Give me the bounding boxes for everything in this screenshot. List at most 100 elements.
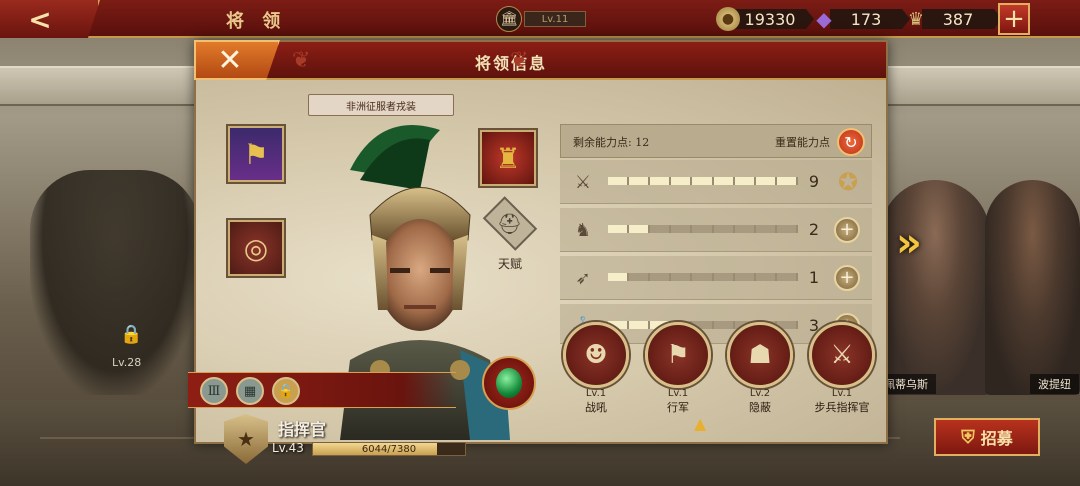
stat-bar-segment (629, 273, 649, 281)
skill-level: Lv.1 (585, 388, 607, 399)
add-stat-button[interactable]: + (834, 265, 860, 291)
stat-value: 2 (808, 220, 820, 239)
gem-value: 173 (830, 9, 910, 29)
plus-icon: + (1003, 4, 1025, 34)
medal-icon[interactable]: ✪ (832, 166, 864, 198)
stat-bar-segment (755, 225, 775, 233)
stat-bar-segment (692, 177, 712, 185)
stat-row-cavalry: ♞ 2 + (560, 208, 872, 252)
general-info-dialog: ❦ 将领信息 ❦ ✕ 非洲征服者戎装 ⚑ ◎ ♜ ⛑ 天赋 Ⅲ ▦ 🔒 ★ 指挥… (188, 40, 888, 464)
page-title: 将 领 (226, 11, 287, 32)
xp-text: 6044/7380 (361, 443, 417, 455)
trait-lock-icon[interactable]: 🔒 (272, 377, 300, 405)
dialog-header: ❦ 将领信息 ❦ (196, 42, 886, 80)
skill-conceal[interactable]: ☗ Lv.2 隐蔽 (724, 322, 796, 415)
talent-label: 天赋 (497, 257, 522, 271)
skill-name: 战吼 (585, 401, 607, 414)
outfit-name[interactable]: 非洲征服者戎装 (308, 94, 454, 116)
emerald-icon (496, 368, 522, 398)
recruit-button[interactable]: ⛨ 招募 (934, 418, 1040, 456)
stat-bar-segment (629, 177, 649, 185)
next-general-arrow-icon[interactable]: » (896, 220, 922, 266)
stat-bar-segment (608, 177, 628, 185)
helmet-icon: ⛑ (497, 211, 523, 236)
locked-general-level: Lv.28 (112, 356, 142, 369)
close-icon: ✕ (217, 42, 243, 78)
trait-column-icon[interactable]: Ⅲ (200, 377, 228, 405)
player-level: Lv.11 (524, 11, 586, 27)
talent-button[interactable]: ⛑ 天赋 (478, 196, 542, 272)
general-portrait-side-1[interactable] (880, 180, 990, 395)
temple-icon: 🏛 (496, 6, 522, 32)
stat-bar-segment (671, 273, 691, 281)
march-icon: ⚑ (645, 322, 711, 388)
refresh-icon: ↻ (844, 132, 858, 152)
stat-bar-segment (608, 273, 628, 281)
remaining-points: 剩余能力点: 12 (573, 136, 650, 149)
top-bar: < 将 领 🏛 Lv.11 ● 19330 ◆ 173 ♛ 387 + (0, 0, 1080, 38)
sword-icon: ⚔ (574, 171, 592, 193)
reset-points-label: 重置能力点 (775, 136, 830, 149)
skill-name: 隐蔽 (749, 401, 771, 414)
stat-bar-segment (692, 225, 712, 233)
stat-bar-segment (671, 177, 691, 185)
population-resource[interactable]: ♛ 387 (904, 7, 1002, 31)
stat-bar-segment (776, 225, 796, 233)
stat-bar-segment (734, 177, 754, 185)
skill-level: Lv.1 (667, 388, 689, 399)
stat-bar-segment (713, 225, 733, 233)
horse-icon: ♞ (574, 219, 592, 241)
shield-equipment-slot[interactable]: ◎ (226, 218, 286, 278)
stat-bar-segment (692, 273, 712, 281)
banner-icon: ⚑ (243, 137, 269, 171)
upgrade-arrow-icon: ▲ (694, 414, 707, 433)
general-portrait-side-2[interactable] (985, 180, 1080, 395)
skill-level: Lv.1 (831, 388, 853, 399)
add-stat-button[interactable]: + (834, 217, 860, 243)
crown-icon: ♛ (907, 8, 925, 30)
stat-bar-segment (650, 225, 670, 233)
stat-bar-segment (755, 177, 775, 185)
stat-bar-segment (650, 273, 670, 281)
general-rank: 指挥官 (278, 420, 327, 439)
stat-bar-segment (671, 225, 691, 233)
gold-resource[interactable]: ● 19330 (716, 7, 814, 31)
emerald-gem-slot[interactable] (482, 356, 536, 410)
reset-points-button[interactable]: ↻ (837, 128, 865, 156)
gold-value: 19330 (734, 9, 814, 29)
recruit-label: 招募 (980, 429, 1013, 448)
trait-book-icon[interactable]: ▦ (236, 377, 264, 405)
add-resource-button[interactable]: + (998, 3, 1030, 35)
gem-resource[interactable]: ◆ 173 (812, 7, 910, 31)
shield-icon: ◎ (243, 231, 269, 265)
stat-bar-segment (713, 177, 733, 185)
stat-bar (608, 273, 798, 281)
crossed-swords-icon: ⚔ (809, 322, 875, 388)
stat-bar-segment (629, 225, 649, 233)
stat-bar-segment (650, 177, 670, 185)
trait-strip: Ⅲ ▦ 🔒 (188, 372, 456, 408)
skill-name: 行军 (667, 401, 689, 414)
close-button[interactable]: ✕ (194, 40, 280, 80)
back-arrow-icon: < (28, 2, 52, 36)
stat-bar-segment (734, 273, 754, 281)
warcry-icon: ☻ (563, 322, 629, 388)
lock-icon: 🔒 (120, 324, 143, 345)
stat-row-attack: ⚔ 9 ✪ (560, 160, 872, 204)
skill-infantry-commander[interactable]: ⚔ Lv.1 步兵指挥官 (806, 322, 878, 415)
stat-value: 9 (808, 172, 820, 191)
back-button[interactable]: < (0, 0, 100, 38)
skill-warcry[interactable]: ☻ Lv.1 战吼 (560, 322, 632, 415)
banner-equipment-slot[interactable]: ⚑ (226, 124, 286, 184)
skill-march[interactable]: ⚑ Lv.1 行军 (642, 322, 714, 415)
dialog-body: 非洲征服者戎装 ⚑ ◎ ♜ ⛑ 天赋 Ⅲ ▦ 🔒 ★ 指挥官 Lv.43 604… (188, 80, 886, 464)
stat-bar-segment (713, 273, 733, 281)
coin-icon: ● (716, 7, 740, 31)
laurel-icon: ❦ (510, 48, 529, 73)
general-level: Lv.43 (272, 441, 304, 455)
skill-name: 步兵指挥官 (814, 401, 870, 414)
stat-bar-segment (776, 177, 796, 185)
conceal-icon: ☗ (727, 322, 793, 388)
crystal-icon: ◆ (816, 7, 832, 31)
stat-points-header: 剩余能力点: 12 重置能力点 ↻ (560, 124, 872, 158)
